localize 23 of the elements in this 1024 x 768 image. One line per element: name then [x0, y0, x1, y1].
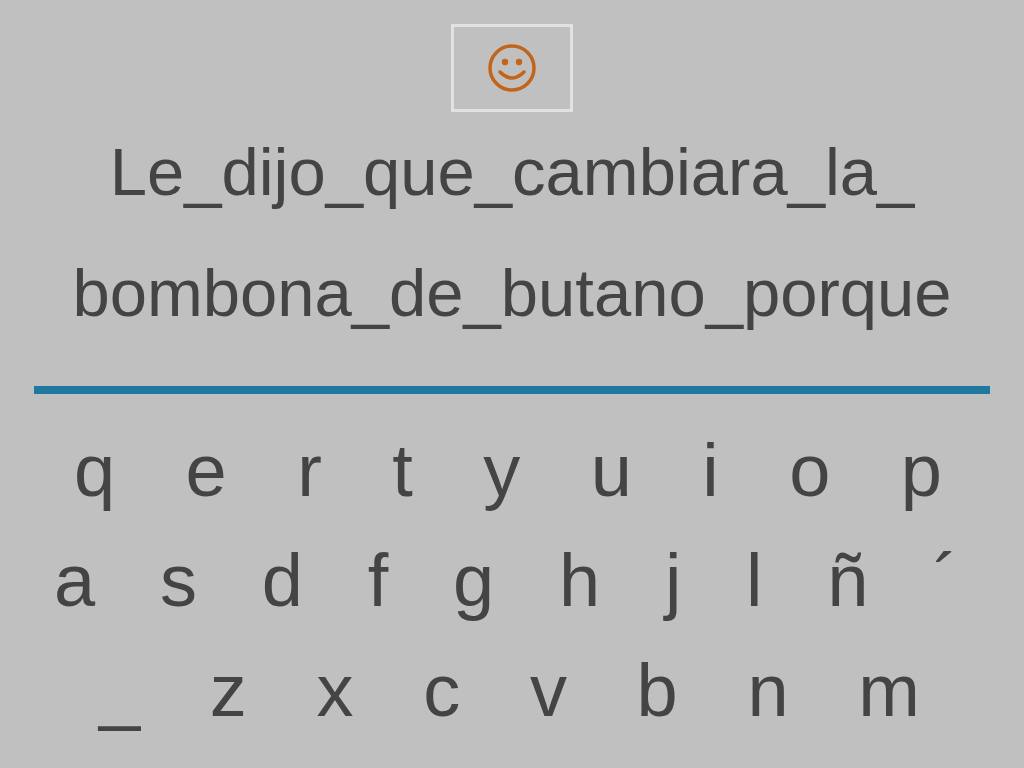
- letter-key[interactable]: r: [293, 434, 326, 508]
- letter-key[interactable]: ñ: [823, 544, 873, 618]
- letter-key[interactable]: b: [632, 654, 682, 728]
- letter-key[interactable]: l: [742, 544, 767, 618]
- letter-key[interactable]: ´: [929, 544, 962, 618]
- letter-key[interactable]: o: [785, 434, 835, 508]
- letter-key[interactable]: e: [181, 434, 231, 508]
- letter-key[interactable]: s: [155, 544, 201, 618]
- letter-key[interactable]: t: [388, 434, 417, 508]
- letter-key[interactable]: m: [854, 654, 924, 728]
- letter-key[interactable]: h: [554, 544, 605, 618]
- letter-key[interactable]: z: [205, 654, 251, 728]
- letter-key[interactable]: x: [312, 654, 358, 728]
- letter-key[interactable]: a: [50, 544, 100, 618]
- letter-key[interactable]: f: [363, 544, 393, 618]
- hint-button[interactable]: [451, 24, 573, 112]
- smiley-icon: [486, 42, 538, 94]
- letter-key[interactable]: c: [419, 654, 465, 728]
- letter-key[interactable]: n: [743, 654, 793, 728]
- letter-key[interactable]: i: [698, 434, 723, 508]
- letter-key[interactable]: u: [586, 434, 636, 508]
- letter-key[interactable]: v: [525, 654, 571, 728]
- letter-key[interactable]: d: [257, 544, 307, 618]
